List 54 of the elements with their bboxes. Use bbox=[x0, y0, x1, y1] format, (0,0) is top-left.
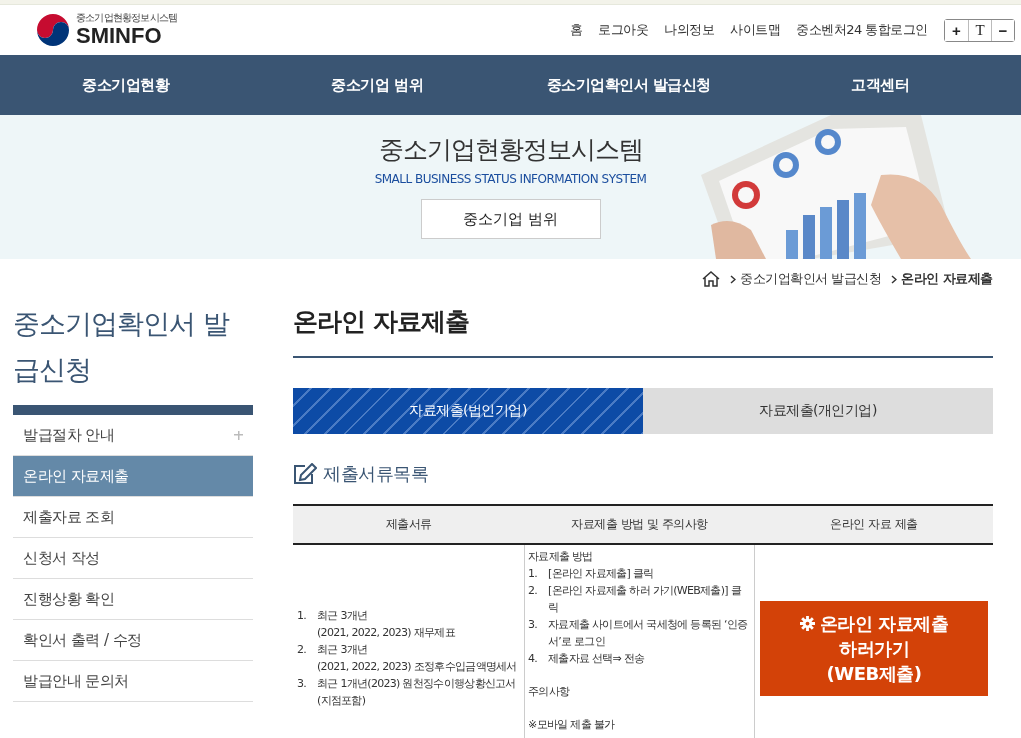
document-item: 최근 3개년 (2021, 2022, 2023) 조정후수입금액명세서 bbox=[317, 642, 517, 675]
chevron-icon bbox=[730, 274, 737, 284]
sidebar-item[interactable]: 발급안내 문의처 bbox=[13, 661, 253, 702]
step-text: [온라인 자료제출] 클릭 bbox=[548, 566, 654, 582]
list-number: 3. bbox=[297, 676, 308, 692]
logo-subtitle: 중소기업현황정보시스템 bbox=[76, 12, 178, 24]
scope-button[interactable]: 중소기업 범위 bbox=[420, 199, 601, 239]
nav-item[interactable]: 고객센터 bbox=[754, 75, 1006, 95]
edit-icon bbox=[293, 463, 317, 485]
tab[interactable]: 자료제출(법인기업) bbox=[293, 388, 643, 434]
list-number: 2. bbox=[528, 583, 539, 599]
nav-item[interactable]: 중소기업현황 bbox=[0, 75, 252, 95]
utility-link[interactable]: 홈 bbox=[569, 21, 583, 39]
sidebar-item[interactable]: 진행상황 확인 bbox=[13, 579, 253, 620]
banner-subtitle: SMALL BUSINESS STATUS INFORMATION SYSTEM bbox=[374, 172, 647, 186]
step-text: [온라인 자료제출 하러 가기(WEB제출)] 클릭 bbox=[548, 583, 743, 616]
utility-link[interactable]: 사이트맵 bbox=[730, 21, 781, 39]
sidebar-item[interactable]: 확인서 출력 / 수정 bbox=[13, 620, 253, 661]
utility-link[interactable]: 중소벤처24 통합로그인 bbox=[796, 21, 928, 39]
document-item: 최근 3개년 (2021, 2022, 2023) 재무제표 bbox=[317, 608, 455, 641]
step-text: 제출자료 선택⇒ 전송 bbox=[548, 651, 645, 667]
nav-item[interactable]: 중소기업 범위 bbox=[251, 75, 503, 95]
banner-title: 중소기업현황정보시스템 bbox=[378, 134, 643, 166]
page-title: 온라인 자료제출 bbox=[293, 305, 993, 358]
list-number: 1. bbox=[297, 608, 308, 624]
breadcrumb-link[interactable]: 온라인 자료제출 bbox=[901, 270, 993, 288]
column-header: 온라인 자료 제출 bbox=[755, 506, 993, 545]
gear-icon bbox=[799, 616, 815, 631]
notes-heading: 주의사항 bbox=[528, 684, 571, 700]
font-size-button[interactable]: − bbox=[991, 19, 1014, 41]
list-number: 4. bbox=[528, 651, 539, 667]
method-heading: 자료제출 방법 bbox=[528, 549, 594, 565]
tab[interactable]: 자료제출(개인기업) bbox=[643, 388, 993, 434]
utility-link[interactable]: 로그아웃 bbox=[598, 21, 649, 39]
column-header: 제출서류 bbox=[293, 506, 524, 545]
sidebar-item[interactable]: 신청서 작성 bbox=[13, 538, 253, 579]
home-icon[interactable] bbox=[702, 271, 721, 287]
web-submit-button[interactable]: 온라인 자료제출 하러가기 (WEB제출) bbox=[760, 601, 988, 696]
list-number: 2. bbox=[297, 642, 308, 658]
breadcrumb-link[interactable]: 중소기업확인서 발급신청 bbox=[740, 270, 882, 288]
section-title: 제출서류목록 bbox=[323, 462, 428, 486]
document-item: 최근 1개년(2023) 원천징수이행상황신고서 (지점포함) bbox=[317, 676, 516, 709]
sidebar-item[interactable]: 제출자료 조회 bbox=[13, 497, 253, 538]
nav-item[interactable]: 중소기업확인서 발급신청 bbox=[503, 75, 755, 95]
logo-wordmark[interactable]: SMINFO bbox=[76, 24, 178, 48]
utility-link[interactable]: 나의정보 bbox=[664, 21, 715, 39]
sidebar-title: 중소기업확인서 발급신청 bbox=[13, 307, 231, 387]
note-text: ※모바일 제출 불가 bbox=[528, 717, 616, 733]
step-text: 자료제출 사이트에서 국세청에 등록된 ‘인증서’로 로그인 bbox=[548, 617, 749, 650]
chevron-icon bbox=[891, 274, 898, 284]
list-number: 3. bbox=[528, 617, 539, 633]
list-number: 1. bbox=[528, 566, 539, 582]
sidebar-item[interactable]: 온라인 자료제출 bbox=[13, 456, 253, 497]
column-header: 자료제출 방법 및 주의사항 bbox=[524, 506, 755, 545]
